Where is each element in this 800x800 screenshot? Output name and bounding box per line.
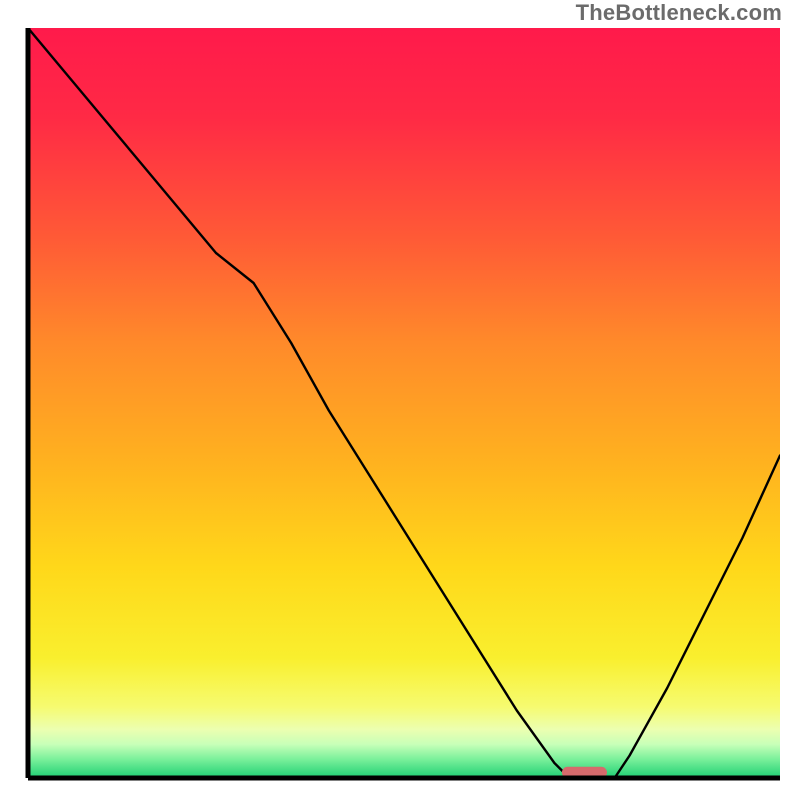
chart-frame: TheBottleneck.com: [0, 0, 800, 800]
heat-gradient-background: [28, 28, 780, 778]
bottleneck-chart: [0, 0, 800, 800]
watermark-label: TheBottleneck.com: [576, 0, 782, 26]
